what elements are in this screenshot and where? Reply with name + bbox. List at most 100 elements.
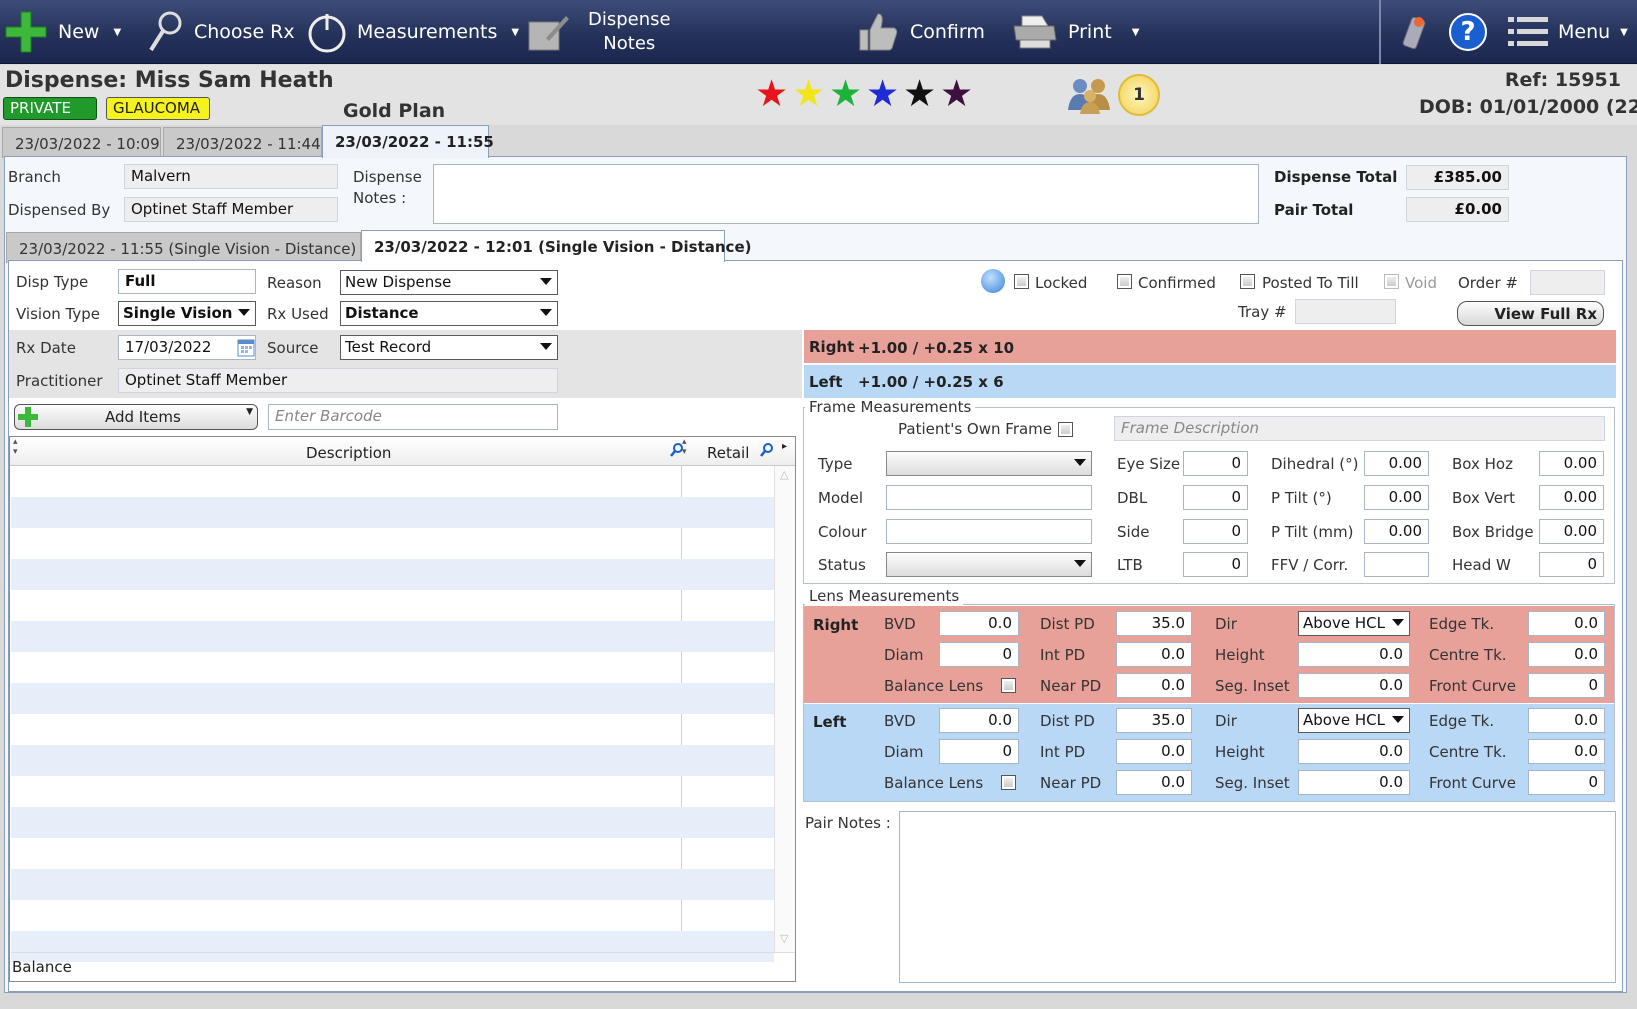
left-dir-select[interactable]: Above HCL	[1298, 708, 1410, 733]
left-diam-field[interactable]: 0	[939, 739, 1019, 764]
black-star-icon[interactable]: ★	[903, 75, 936, 112]
left-centre-tk-field[interactable]: 0.0	[1528, 739, 1605, 764]
right-near-pd-field[interactable]: 0.0	[1116, 673, 1192, 698]
scroll-down-icon[interactable]: ▽	[780, 932, 788, 945]
remote-support-button[interactable]	[1397, 0, 1443, 64]
reason-select[interactable]: New Dispense	[340, 270, 558, 295]
green-star-icon[interactable]: ★	[829, 75, 862, 112]
column-chooser-arrow-icon[interactable]: ▸	[782, 441, 787, 452]
new-button[interactable]: New ▼	[4, 0, 121, 64]
frame-description-input[interactable]: Frame Description	[1114, 416, 1605, 441]
measurements-button[interactable]: Measurements ▼	[307, 0, 519, 64]
right-height-field[interactable]: 0.0	[1298, 642, 1410, 667]
red-star-icon[interactable]: ★	[755, 75, 788, 112]
count-badge[interactable]: 1	[1118, 74, 1160, 116]
table-row[interactable]	[11, 621, 774, 652]
rx-date-field[interactable]: 17/03/2022	[118, 335, 256, 360]
barcode-input[interactable]: Enter Barcode	[268, 404, 558, 430]
tab-dispense-2[interactable]: 23/03/2022 - 11:44	[163, 127, 322, 158]
choose-rx-button[interactable]: Choose Rx	[148, 0, 295, 64]
left-seg-inset-field[interactable]: 0.0	[1298, 770, 1410, 795]
frame-colour-field[interactable]	[886, 519, 1092, 544]
right-bvd-field[interactable]: 0.0	[939, 611, 1019, 636]
ltb-field[interactable]: 0	[1183, 552, 1248, 577]
calendar-icon[interactable]	[237, 337, 255, 361]
frame-status-select[interactable]	[886, 552, 1092, 577]
dihedral-field[interactable]: 0.00	[1364, 451, 1429, 476]
left-edge-tk-field[interactable]: 0.0	[1528, 708, 1605, 733]
col-description-header[interactable]: Description	[306, 444, 391, 462]
posted-to-till-checkbox[interactable]	[1240, 274, 1255, 289]
print-dropdown-arrow[interactable]: ▼	[1132, 27, 1140, 38]
tab-pair-1[interactable]: 23/03/2022 - 11:55 (Single Vision - Dist…	[6, 232, 361, 263]
table-row[interactable]	[11, 683, 774, 714]
head-w-field[interactable]: 0	[1539, 552, 1604, 577]
own-frame-checkbox[interactable]	[1058, 422, 1073, 437]
right-balance-lens-checkbox[interactable]	[1001, 678, 1016, 693]
help-button[interactable]: ?	[1449, 0, 1487, 64]
filter-search-icon[interactable]	[759, 442, 775, 462]
confirmed-checkbox[interactable]	[1117, 274, 1132, 289]
dbl-field[interactable]: 0	[1183, 485, 1248, 510]
measurements-dropdown-arrow[interactable]: ▼	[511, 27, 519, 38]
box-bridge-field[interactable]: 0.00	[1539, 519, 1604, 544]
rx-used-select[interactable]: Distance	[340, 301, 558, 326]
right-dist-pd-field[interactable]: 35.0	[1116, 611, 1192, 636]
add-items-button[interactable]: Add Items ▼	[14, 404, 258, 430]
practitioner-field[interactable]: Optinet Staff Member	[118, 368, 558, 393]
table-row[interactable]	[11, 590, 774, 621]
locked-checkbox[interactable]	[1014, 274, 1029, 289]
table-row[interactable]	[11, 869, 774, 900]
new-dropdown-arrow[interactable]: ▼	[113, 27, 121, 38]
branch-field[interactable]: Malvern	[124, 164, 338, 189]
order-field[interactable]	[1530, 270, 1605, 295]
right-edge-tk-field[interactable]: 0.0	[1528, 611, 1605, 636]
table-row[interactable]	[11, 497, 774, 528]
left-front-curve-field[interactable]: 0	[1528, 770, 1605, 795]
tab-dispense-1[interactable]: 23/03/2022 - 10:09	[2, 127, 161, 158]
menu-dropdown-arrow[interactable]: ▼	[1620, 27, 1628, 38]
table-row[interactable]	[11, 466, 774, 497]
tray-field[interactable]	[1295, 299, 1396, 324]
ptilt-mm-field[interactable]: 0.00	[1364, 519, 1429, 544]
dispense-notes-button[interactable]: Dispense Notes	[526, 0, 671, 64]
ptilt-deg-field[interactable]: 0.00	[1364, 485, 1429, 510]
family-group-icon[interactable]	[1066, 76, 1114, 118]
table-row[interactable]	[11, 714, 774, 745]
table-row[interactable]	[11, 745, 774, 776]
right-dir-select[interactable]: Above HCL	[1298, 611, 1410, 636]
items-scrollbar[interactable]: △ ▽	[774, 466, 795, 952]
pair-notes-field[interactable]	[899, 811, 1616, 983]
view-full-rx-button[interactable]: View Full Rx	[1457, 301, 1604, 326]
table-row[interactable]	[11, 900, 774, 931]
disp-type-field[interactable]: Full	[118, 269, 256, 294]
sort-icon[interactable]: ▴ ▾	[13, 437, 18, 457]
table-row[interactable]	[11, 528, 774, 559]
ffv-field[interactable]	[1364, 552, 1429, 577]
box-vert-field[interactable]: 0.00	[1539, 485, 1604, 510]
right-centre-tk-field[interactable]: 0.0	[1528, 642, 1605, 667]
box-hoz-field[interactable]: 0.00	[1539, 451, 1604, 476]
source-select[interactable]: Test Record	[340, 335, 558, 360]
frame-type-select[interactable]	[886, 451, 1092, 476]
col-retail-header[interactable]: Retail	[707, 444, 749, 462]
yellow-star-icon[interactable]: ★	[792, 75, 825, 112]
tab-dispense-3[interactable]: 23/03/2022 - 11:55	[322, 125, 494, 158]
left-near-pd-field[interactable]: 0.0	[1116, 770, 1192, 795]
sort-icon[interactable]: ▴ ▾	[682, 437, 687, 457]
left-dist-pd-field[interactable]: 35.0	[1116, 708, 1192, 733]
table-row[interactable]	[11, 652, 774, 683]
left-balance-lens-checkbox[interactable]	[1001, 775, 1016, 790]
side-field[interactable]: 0	[1183, 519, 1248, 544]
menu-button[interactable]: Menu ▼	[1508, 0, 1628, 64]
table-row[interactable]	[11, 807, 774, 838]
info-icon[interactable]	[981, 269, 1005, 293]
confirm-button[interactable]: Confirm	[856, 0, 985, 64]
blue-star-icon[interactable]: ★	[866, 75, 899, 112]
right-diam-field[interactable]: 0	[939, 642, 1019, 667]
eye-size-field[interactable]: 0	[1183, 451, 1248, 476]
frame-model-field[interactable]	[886, 485, 1092, 510]
purple-star-icon[interactable]: ★	[940, 75, 973, 112]
scroll-up-icon[interactable]: △	[780, 468, 788, 481]
left-height-field[interactable]: 0.0	[1298, 739, 1410, 764]
